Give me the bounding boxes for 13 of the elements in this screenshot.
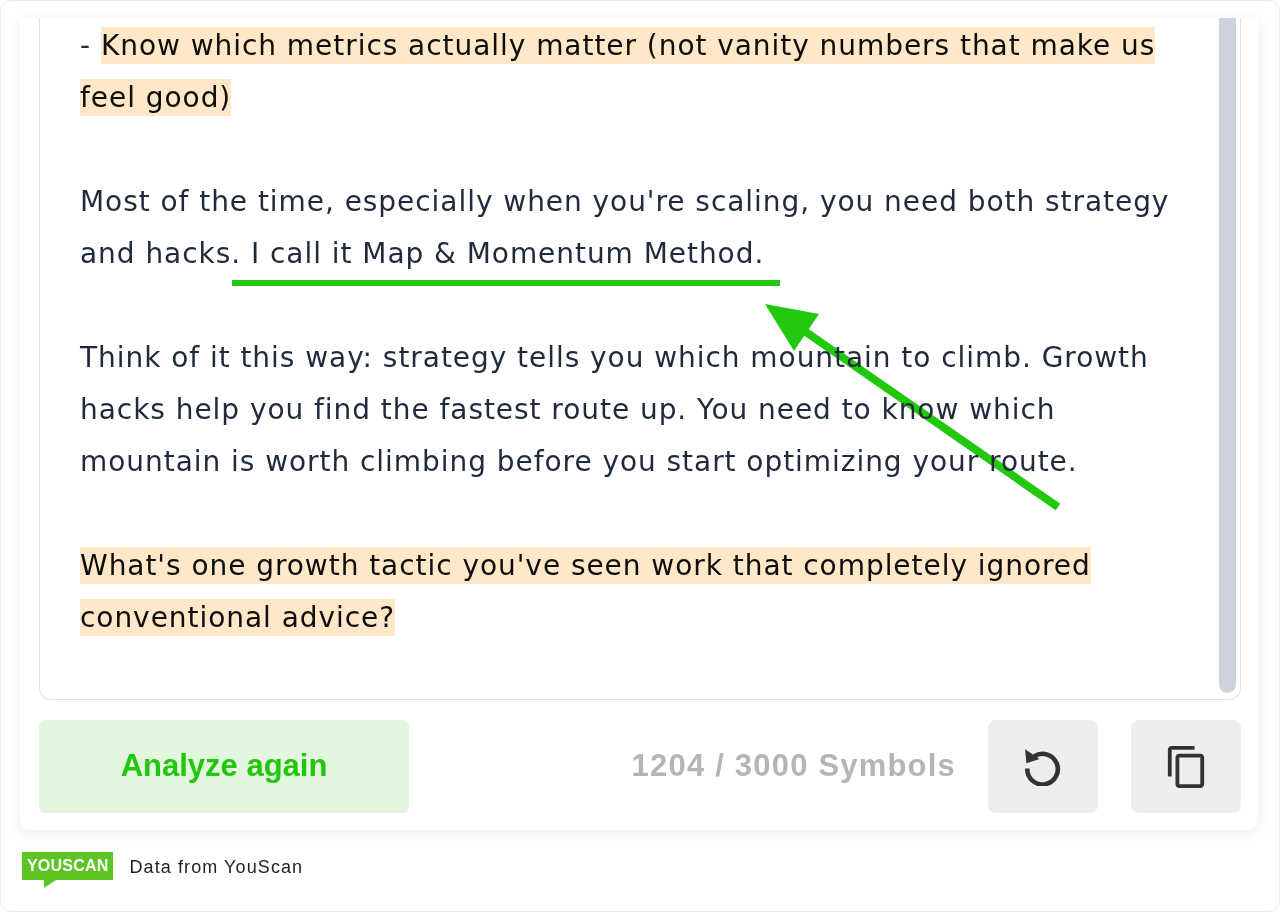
data-source-caption: Data from YouScan xyxy=(129,856,304,879)
paragraph: - Know which metrics actually matter (not vanity numbers that make us feel good) xyxy=(80,26,1157,118)
symbol-counter: 1204 / 3000 Symbols xyxy=(631,747,956,786)
paragraph: What's one growth tactic you've seen work that completely ignored conventional advice? xyxy=(80,546,1092,638)
analyze-button[interactable]: Analyze again xyxy=(39,720,409,813)
reset-button[interactable] xyxy=(988,720,1098,813)
text-area[interactable] xyxy=(39,18,1241,700)
brand-logo: YOUSCAN xyxy=(22,852,114,888)
paragraph: Most of the time, especially when you're scaling, you need both strategy and hacks. I call it Map & Momentum Method. xyxy=(80,184,1171,272)
copy-button[interactable] xyxy=(1131,720,1241,813)
reset-icon xyxy=(1024,747,1062,786)
copy-icon xyxy=(1167,745,1205,788)
scrollbar-thumb[interactable] xyxy=(1219,18,1236,693)
